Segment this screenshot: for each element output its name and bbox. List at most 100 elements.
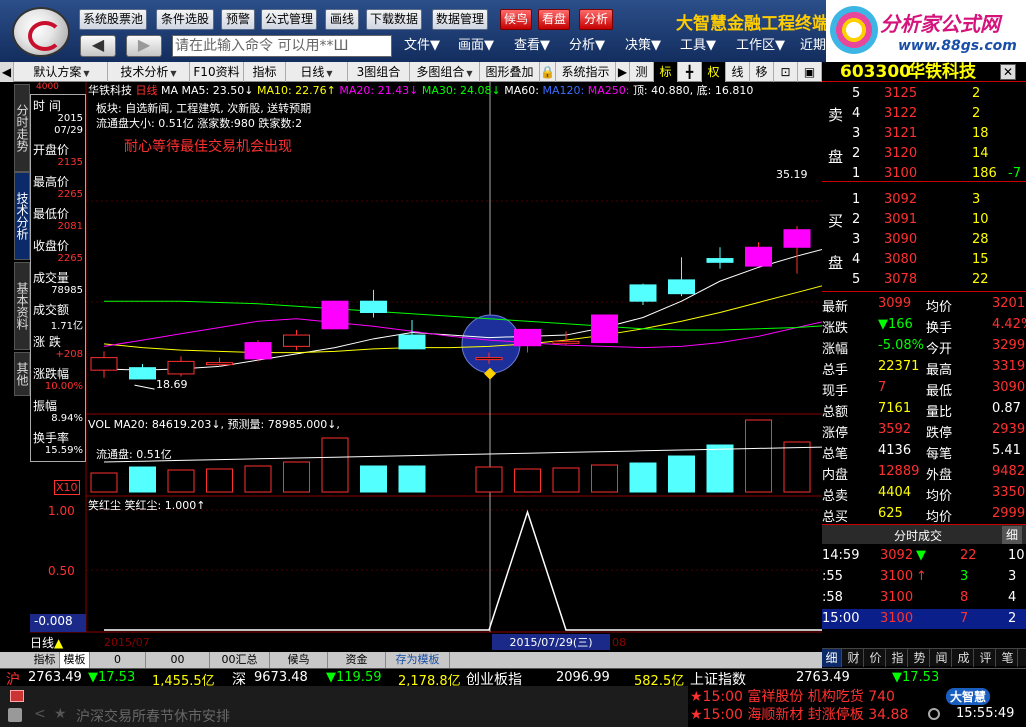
quote-value: 7: [878, 380, 887, 395]
tick-direction: ▼: [916, 548, 926, 563]
watch-market-button[interactable]: 看盘: [538, 9, 570, 30]
tab-fundamental[interactable]: 基本资料: [14, 262, 30, 350]
menu-recent[interactable]: 近期: [800, 36, 826, 56]
toolbar-left-icon[interactable]: ◀: [0, 62, 14, 82]
alert-ticker[interactable]: ★15:00 富祥股份 机构吃货 740 ★15:00 海顺新材 封涨停板 34…: [688, 686, 1026, 727]
alert-button[interactable]: 预警: [221, 9, 255, 30]
command-input[interactable]: 请在此输入命令 可以用**Ш: [172, 35, 392, 57]
rtab-trend[interactable]: 势: [910, 649, 930, 667]
btab-00-summary[interactable]: 00汇总: [210, 652, 270, 668]
quote-row: 总手 22371 最高 3319: [822, 357, 1026, 378]
alert-1[interactable]: ★15:00 富祥股份 机构吃货 740: [690, 686, 895, 706]
indicator-button[interactable]: 指标: [244, 62, 286, 82]
rights-button[interactable]: 权: [702, 62, 726, 82]
quote-label: 总买: [822, 510, 849, 525]
candle-body: [167, 360, 195, 375]
btab-0[interactable]: 0: [90, 652, 146, 668]
btab-funds[interactable]: 资金: [328, 652, 386, 668]
download-data-button[interactable]: 下载数据: [366, 9, 422, 30]
news-headline[interactable]: 沪深交易所春节休市安排: [76, 706, 230, 726]
rtab-price[interactable]: 价: [866, 649, 886, 667]
rtab-index[interactable]: 指: [888, 649, 908, 667]
nav-arrow-icon[interactable]: <: [34, 706, 46, 722]
menu-analysis[interactable]: 分析▼: [569, 36, 605, 56]
draw-line-button[interactable]: 画线: [325, 9, 359, 30]
info-low-value: 2081: [57, 221, 83, 232]
ad-site-url: www.88gs.com: [898, 38, 1017, 54]
condition-select-button[interactable]: 条件选股: [156, 9, 214, 30]
tick-row[interactable]: :58 3100 8 4: [822, 588, 1026, 608]
f10-button[interactable]: F10资料: [190, 62, 244, 82]
tick-row[interactable]: 14:59 3092 ▼ 22 10: [822, 546, 1026, 566]
forward-arrow-icon[interactable]: ▶: [126, 35, 162, 57]
migratory-bird-button[interactable]: 候鸟: [500, 9, 532, 30]
tab-technical[interactable]: 技术分析: [14, 172, 30, 260]
rtab-finance[interactable]: 财: [844, 649, 864, 667]
tab-intraday[interactable]: 分时走势: [14, 84, 30, 172]
back-arrow-icon[interactable]: ◀: [80, 35, 116, 57]
rtab-detail[interactable]: 细: [822, 649, 842, 667]
quote-row: 总卖 4404 均价 3350: [822, 483, 1026, 504]
mail-icon[interactable]: [10, 690, 24, 702]
stock-pool-button[interactable]: 系统股票池: [79, 9, 147, 30]
quote-value: -5.08%: [878, 338, 924, 353]
menu-screen[interactable]: 画面▼: [458, 36, 494, 56]
close-icon[interactable]: ✕: [1000, 64, 1016, 80]
rtab-news[interactable]: 闻: [932, 649, 952, 667]
system-signal-button[interactable]: 系统指示: [556, 62, 616, 82]
default-scheme-dropdown[interactable]: 默认方案 ▼: [16, 62, 108, 82]
rtab-trades[interactable]: 成: [954, 649, 974, 667]
tick-detail-button[interactable]: 细: [1002, 526, 1022, 544]
tick-row[interactable]: 15:00 3100 7 2: [822, 609, 1026, 629]
overlay-button[interactable]: 图形叠加: [480, 62, 540, 82]
menu-file[interactable]: 文件▼: [404, 36, 440, 56]
buy-row: 5 3078 22: [822, 270, 1026, 290]
btab-migratory[interactable]: 候鸟: [270, 652, 328, 668]
window-icon[interactable]: ⊡: [774, 62, 798, 82]
tick-volume: 22: [960, 548, 977, 563]
quote-label: 总额: [822, 405, 849, 420]
measure-button[interactable]: 测: [630, 62, 654, 82]
multi-chart-combo-dropdown[interactable]: 多图组合 ▼: [410, 62, 480, 82]
quote-label: 最新: [822, 300, 849, 315]
alert-2[interactable]: ★15:00 海顺新材 封涨停板 34.88: [690, 704, 908, 724]
btab-00[interactable]: 00: [146, 652, 210, 668]
menu-workspace[interactable]: 工作区▼: [736, 36, 785, 56]
rtab-notes[interactable]: 笔: [998, 649, 1018, 667]
lock-icon[interactable]: 🔒: [540, 62, 556, 82]
tab-other[interactable]: 其他: [14, 352, 30, 396]
tech-analysis-dropdown[interactable]: 技术分析 ▼: [108, 62, 190, 82]
sell-level: 5: [852, 86, 861, 101]
analysis-button[interactable]: 分析: [579, 9, 613, 30]
btab-save-template[interactable]: 存为模板: [386, 652, 450, 668]
volume-bar: [283, 461, 310, 493]
three-chart-combo-button[interactable]: 3图组合: [348, 62, 410, 82]
data-manage-button[interactable]: 数据管理: [432, 9, 488, 30]
gear-icon[interactable]: [928, 708, 940, 720]
quote-value: 3592: [878, 422, 912, 437]
menu-view[interactable]: 查看▼: [514, 36, 550, 56]
ma5-label: MA5:: [181, 84, 210, 97]
news-ticker[interactable]: < ★ 沪深交易所春节休市安排: [0, 686, 688, 727]
quote-label: 量比: [926, 405, 953, 420]
rtab-review[interactable]: 评: [976, 649, 996, 667]
move-button[interactable]: 移: [750, 62, 774, 82]
buy-price: 3092: [884, 192, 918, 207]
mark-button[interactable]: 标: [654, 62, 678, 82]
menu-tools[interactable]: 工具▼: [680, 36, 716, 56]
btab-indicator[interactable]: 指标: [30, 652, 60, 668]
formula-manage-button[interactable]: 公式管理: [261, 9, 317, 30]
play-icon[interactable]: ▶: [616, 62, 630, 82]
daily-period-dropdown[interactable]: 日线 ▼: [286, 62, 348, 82]
menu-decision[interactable]: 决策▼: [625, 36, 661, 56]
app-logo-icon[interactable]: [12, 7, 70, 57]
btab-template[interactable]: 模板: [60, 652, 90, 668]
period-label[interactable]: 日线▲: [30, 634, 86, 650]
expand-icon[interactable]: ▣: [798, 62, 822, 82]
line-button[interactable]: 线: [726, 62, 750, 82]
tick-row[interactable]: :55 3100 ↑ 3 3: [822, 567, 1026, 587]
buy-level: 3: [852, 232, 861, 247]
crosshair-icon[interactable]: ╋: [678, 62, 702, 82]
news-icon[interactable]: [8, 708, 22, 722]
chart-area[interactable]: 华铁科技 日线 MA MA5: 23.50↓ MA10: 22.76↑ MA20…: [30, 82, 822, 652]
